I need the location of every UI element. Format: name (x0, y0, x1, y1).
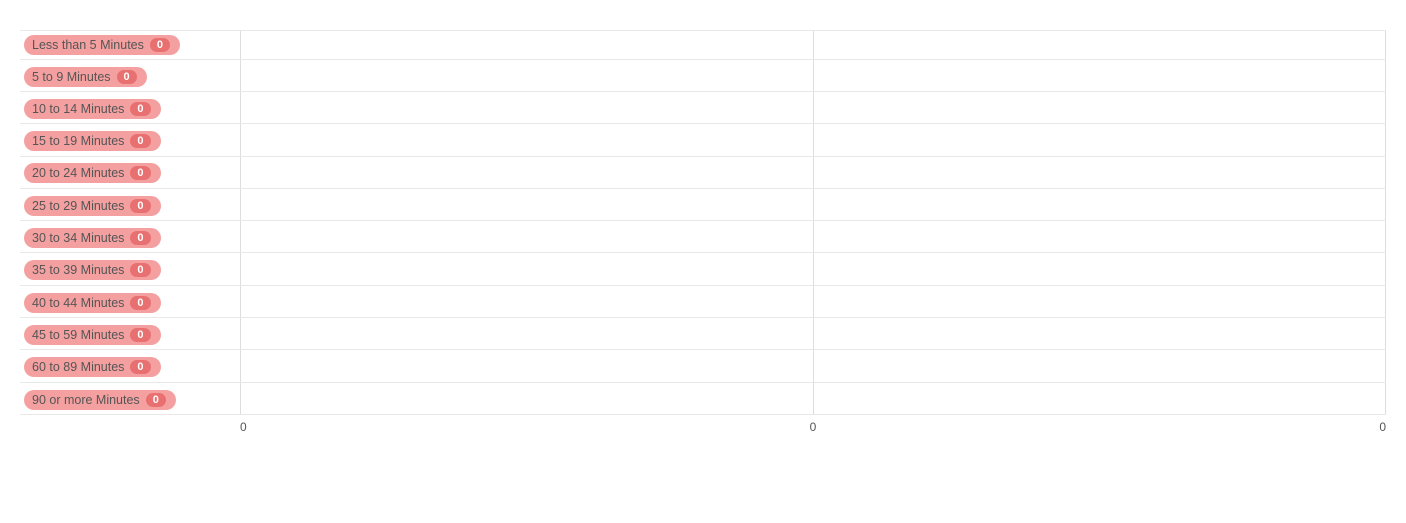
chart-body: Less than 5 Minutes05 to 9 Minutes010 to… (20, 30, 1386, 445)
bar-label-container: 10 to 14 Minutes 0 (20, 99, 240, 119)
bar-value-badge: 0 (146, 393, 166, 407)
bar-value-badge: 0 (130, 263, 150, 277)
x-axis-label: 0 (1379, 420, 1386, 434)
bar-row: 5 to 9 Minutes 0 (20, 62, 1386, 92)
bar-row: Less than 5 Minutes 0 (20, 30, 1386, 60)
bar-label-pill: 15 to 19 Minutes 0 (24, 131, 161, 151)
bar-value-badge: 0 (130, 328, 150, 342)
bar-value-badge: 0 (130, 360, 150, 374)
bar-label: Less than 5 Minutes (32, 38, 144, 52)
bar-value-badge: 0 (130, 296, 150, 310)
bar-label-pill: 35 to 39 Minutes 0 (24, 260, 161, 280)
bar-value-badge: 0 (130, 199, 150, 213)
bar-track (240, 385, 1386, 414)
bar-label-container: 60 to 89 Minutes 0 (20, 357, 240, 377)
bar-value-badge: 0 (117, 70, 137, 84)
bar-label-pill: 20 to 24 Minutes 0 (24, 163, 161, 183)
bar-value-badge: 0 (130, 166, 150, 180)
bar-value-badge: 0 (130, 231, 150, 245)
bar-row: 10 to 14 Minutes 0 (20, 95, 1386, 125)
bar-label: 60 to 89 Minutes (32, 360, 124, 374)
bar-label: 15 to 19 Minutes (32, 134, 124, 148)
bar-label-container: 20 to 24 Minutes 0 (20, 163, 240, 183)
bar-label: 40 to 44 Minutes (32, 296, 124, 310)
bar-label: 90 or more Minutes (32, 393, 140, 407)
bar-track (240, 353, 1386, 382)
bar-label-container: 15 to 19 Minutes 0 (20, 131, 240, 151)
chart-container: Less than 5 Minutes05 to 9 Minutes010 to… (0, 0, 1406, 523)
bar-label: 30 to 34 Minutes (32, 231, 124, 245)
bar-track (240, 95, 1386, 124)
bar-row: 20 to 24 Minutes 0 (20, 159, 1386, 189)
bar-row: 40 to 44 Minutes 0 (20, 288, 1386, 318)
bar-row: 35 to 39 Minutes 0 (20, 256, 1386, 286)
bar-label: 5 to 9 Minutes (32, 70, 111, 84)
bar-label-pill: Less than 5 Minutes 0 (24, 35, 180, 55)
bar-label-container: 45 to 59 Minutes 0 (20, 325, 240, 345)
bar-row: 60 to 89 Minutes 0 (20, 353, 1386, 383)
bar-label: 20 to 24 Minutes (32, 166, 124, 180)
bar-label-container: 90 or more Minutes 0 (20, 390, 240, 410)
bar-value-badge: 0 (130, 134, 150, 148)
bar-row: 30 to 34 Minutes 0 (20, 224, 1386, 254)
bar-label: 10 to 14 Minutes (32, 102, 124, 116)
bar-label-container: Less than 5 Minutes 0 (20, 35, 240, 55)
bar-label-container: 40 to 44 Minutes 0 (20, 293, 240, 313)
bar-track (240, 159, 1386, 188)
bar-label-pill: 30 to 34 Minutes 0 (24, 228, 161, 248)
bar-value-badge: 0 (150, 38, 170, 52)
bar-label: 45 to 59 Minutes (32, 328, 124, 342)
bar-track (240, 127, 1386, 156)
bars-area: Less than 5 Minutes05 to 9 Minutes010 to… (20, 30, 1386, 415)
bar-row: 25 to 29 Minutes 0 (20, 191, 1386, 221)
bar-label-pill: 40 to 44 Minutes 0 (24, 293, 161, 313)
bar-row: 45 to 59 Minutes 0 (20, 321, 1386, 351)
bar-label-container: 5 to 9 Minutes 0 (20, 67, 240, 87)
x-axis-label: 0 (810, 420, 817, 434)
bar-track (240, 62, 1386, 91)
bar-track (240, 224, 1386, 253)
bar-label-pill: 90 or more Minutes 0 (24, 390, 176, 410)
bar-track (240, 288, 1386, 317)
bar-track (240, 191, 1386, 220)
bar-track (240, 321, 1386, 350)
bar-row: 15 to 19 Minutes 0 (20, 127, 1386, 157)
bar-track (240, 31, 1386, 59)
bar-track (240, 256, 1386, 285)
bar-label-container: 35 to 39 Minutes 0 (20, 260, 240, 280)
x-axis-label: 0 (240, 420, 247, 434)
bar-value-badge: 0 (130, 102, 150, 116)
bar-label-pill: 60 to 89 Minutes 0 (24, 357, 161, 377)
bar-label-pill: 5 to 9 Minutes 0 (24, 67, 147, 87)
bar-label: 35 to 39 Minutes (32, 263, 124, 277)
bar-label: 25 to 29 Minutes (32, 199, 124, 213)
bar-label-pill: 25 to 29 Minutes 0 (24, 196, 161, 216)
bar-label-pill: 45 to 59 Minutes 0 (24, 325, 161, 345)
bar-row: 90 or more Minutes 0 (20, 385, 1386, 415)
bar-label-container: 25 to 29 Minutes 0 (20, 196, 240, 216)
bar-label-container: 30 to 34 Minutes 0 (20, 228, 240, 248)
x-axis: 0 0 0 (240, 420, 1386, 445)
bar-label-pill: 10 to 14 Minutes 0 (24, 99, 161, 119)
